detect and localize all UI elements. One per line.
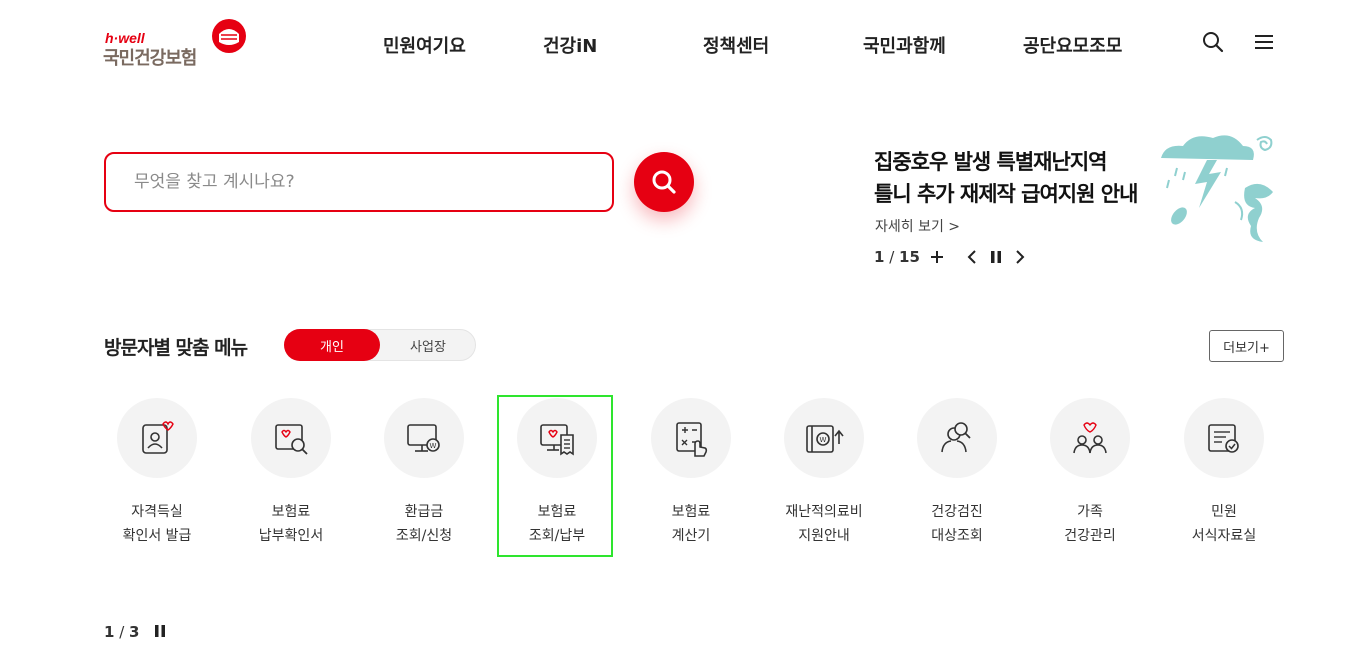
notice-pager-current: 1 [874, 248, 885, 266]
menu-pager-current: 1 [104, 623, 115, 641]
menu-pager-total: 3 [129, 623, 140, 641]
site-logo[interactable]: h·well 국민건강보험 [103, 16, 253, 69]
menu-label-line1: 건강검진 [931, 504, 983, 520]
menu-label-line2: 확인서 발급 [122, 528, 192, 544]
search-input[interactable] [106, 154, 612, 210]
menu-label-line2: 조회/납부 [528, 528, 586, 544]
menu-item-label: 보험료 계산기 [631, 500, 751, 548]
menu-label-line1: 보험료 [271, 504, 311, 520]
menu-item-label: 재난적의료비 지원안내 [764, 500, 884, 548]
pause-icon[interactable] [990, 251, 1002, 263]
menu-label-line1: 환급금 [404, 504, 444, 520]
menu-label-line1: 재난적의료비 [785, 504, 863, 520]
menu-item-catastrophic-medical-support[interactable]: W 재난적의료비 지원안내 [764, 398, 884, 548]
person-search-icon [941, 422, 971, 453]
menu-item-health-checkup-inquiry[interactable]: 건강검진 대상조회 [897, 398, 1017, 548]
menu-icon-circle [117, 398, 197, 478]
search-icon [652, 170, 676, 194]
menu-label-line2: 계산기 [671, 528, 711, 544]
menu-item-label: 민원 서식자료실 [1164, 500, 1284, 548]
notice-pager: 1 / 15 [874, 248, 920, 266]
nav-item-health-in[interactable]: 건강iN [543, 32, 597, 58]
menu-label-line2: 지원안내 [798, 528, 850, 544]
notice-title[interactable]: 집중호우 발생 특별재난지역 틀니 추가 재제작 급여지원 안내 [874, 146, 1174, 210]
nav-item-about-nhis[interactable]: 공단요모조모 [1023, 32, 1122, 58]
menu-item-label: 가족 건강관리 [1030, 500, 1150, 548]
search-button[interactable] [634, 152, 694, 212]
family-heart-icon [1073, 422, 1107, 454]
menu-label-line1: 보험료 [537, 504, 577, 520]
menu-item-label: 건강검진 대상조회 [897, 500, 1017, 548]
menu-icon-circle: W [384, 398, 464, 478]
menu-item-label: 보험료 납부확인서 [231, 500, 351, 548]
monitor-won-icon: W [407, 424, 440, 452]
menu-item-civil-forms-library[interactable]: 민원 서식자료실 [1164, 398, 1284, 548]
notice-title-line1: 집중호우 발생 특별재난지역 [874, 150, 1107, 174]
menu-icon-circle [251, 398, 331, 478]
id-card-heart-icon [142, 421, 174, 454]
menu-icon-circle [1050, 398, 1130, 478]
menu-item-label: 환급금 조회/신청 [364, 500, 484, 548]
more-button[interactable]: 더보기+ [1209, 330, 1284, 362]
search-icon[interactable] [1202, 31, 1224, 53]
menu-icon-circle [1184, 398, 1264, 478]
tab-individual[interactable]: 개인 [284, 329, 380, 361]
menu-icon-circle [651, 398, 731, 478]
menu-item-premium-inquiry-payment[interactable]: 보험료 조회/납부 [497, 398, 617, 548]
menu-label-line2: 납부확인서 [258, 528, 324, 544]
menu-item-premium-payment-certificate[interactable]: 보험료 납부확인서 [231, 398, 351, 548]
menu-label-line2: 조회/신청 [395, 528, 453, 544]
menu-label-line1: 가족 [1077, 504, 1103, 520]
svg-text:W: W [820, 436, 827, 444]
nav-item-civil-service[interactable]: 민원여기요 [383, 32, 466, 58]
pause-icon[interactable] [154, 625, 166, 637]
menu-item-label: 보험료 조회/납부 [497, 500, 617, 548]
logo-name: 국민건강보험 [103, 48, 197, 69]
menu-label-line2: 대상조회 [931, 528, 983, 544]
menu-label-line1: 보험료 [671, 504, 711, 520]
svg-text:W: W [430, 442, 437, 450]
nav-item-policy-center[interactable]: 정책센터 [703, 32, 769, 58]
tab-business[interactable]: 사업장 [380, 329, 476, 361]
menu-pager: 1 / 3 [104, 623, 140, 641]
calculator-hand-icon [676, 422, 708, 457]
document-search-icon [275, 424, 308, 455]
logo-mark-icon [212, 19, 246, 53]
visitor-type-toggle: 개인 사업장 [284, 329, 476, 361]
menu-label-line2: 서식자료실 [1191, 528, 1257, 544]
notice-title-line2: 틀니 추가 재제작 급여지원 안내 [874, 182, 1138, 206]
menu-item-label: 자격득실 확인서 발급 [97, 500, 217, 548]
chevron-left-icon[interactable] [966, 250, 978, 264]
plus-icon[interactable] [930, 250, 944, 264]
form-check-icon [1208, 424, 1239, 453]
chevron-right-icon[interactable] [1014, 250, 1026, 264]
menu-label-line1: 민원 [1211, 504, 1237, 520]
menu-label-line2: 건강관리 [1064, 528, 1116, 544]
menu-item-refund-inquiry[interactable]: W 환급금 조회/신청 [364, 398, 484, 548]
notice-pager-total: 15 [899, 248, 920, 266]
rain-storm-illustration-icon [1161, 135, 1273, 242]
menu-icon-circle [917, 398, 997, 478]
wallet-won-icon: W [806, 425, 844, 453]
hamburger-menu-icon[interactable] [1254, 33, 1274, 51]
menu-item-qualification-certificate[interactable]: 자격득실 확인서 발급 [97, 398, 217, 548]
search-field [104, 152, 614, 212]
notice-more-link[interactable]: 자세히 보기 > [875, 216, 960, 236]
menu-item-premium-calculator[interactable]: 보험료 계산기 [631, 398, 751, 548]
section-title: 방문자별 맞춤 메뉴 [104, 337, 248, 359]
monitor-receipt-icon [540, 424, 574, 456]
nav-item-with-citizens[interactable]: 국민과함께 [863, 32, 946, 58]
menu-item-family-health-care[interactable]: 가족 건강관리 [1030, 398, 1150, 548]
menu-label-line1: 자격득실 [131, 504, 183, 520]
menu-icon-circle [517, 398, 597, 478]
menu-icon-circle: W [784, 398, 864, 478]
